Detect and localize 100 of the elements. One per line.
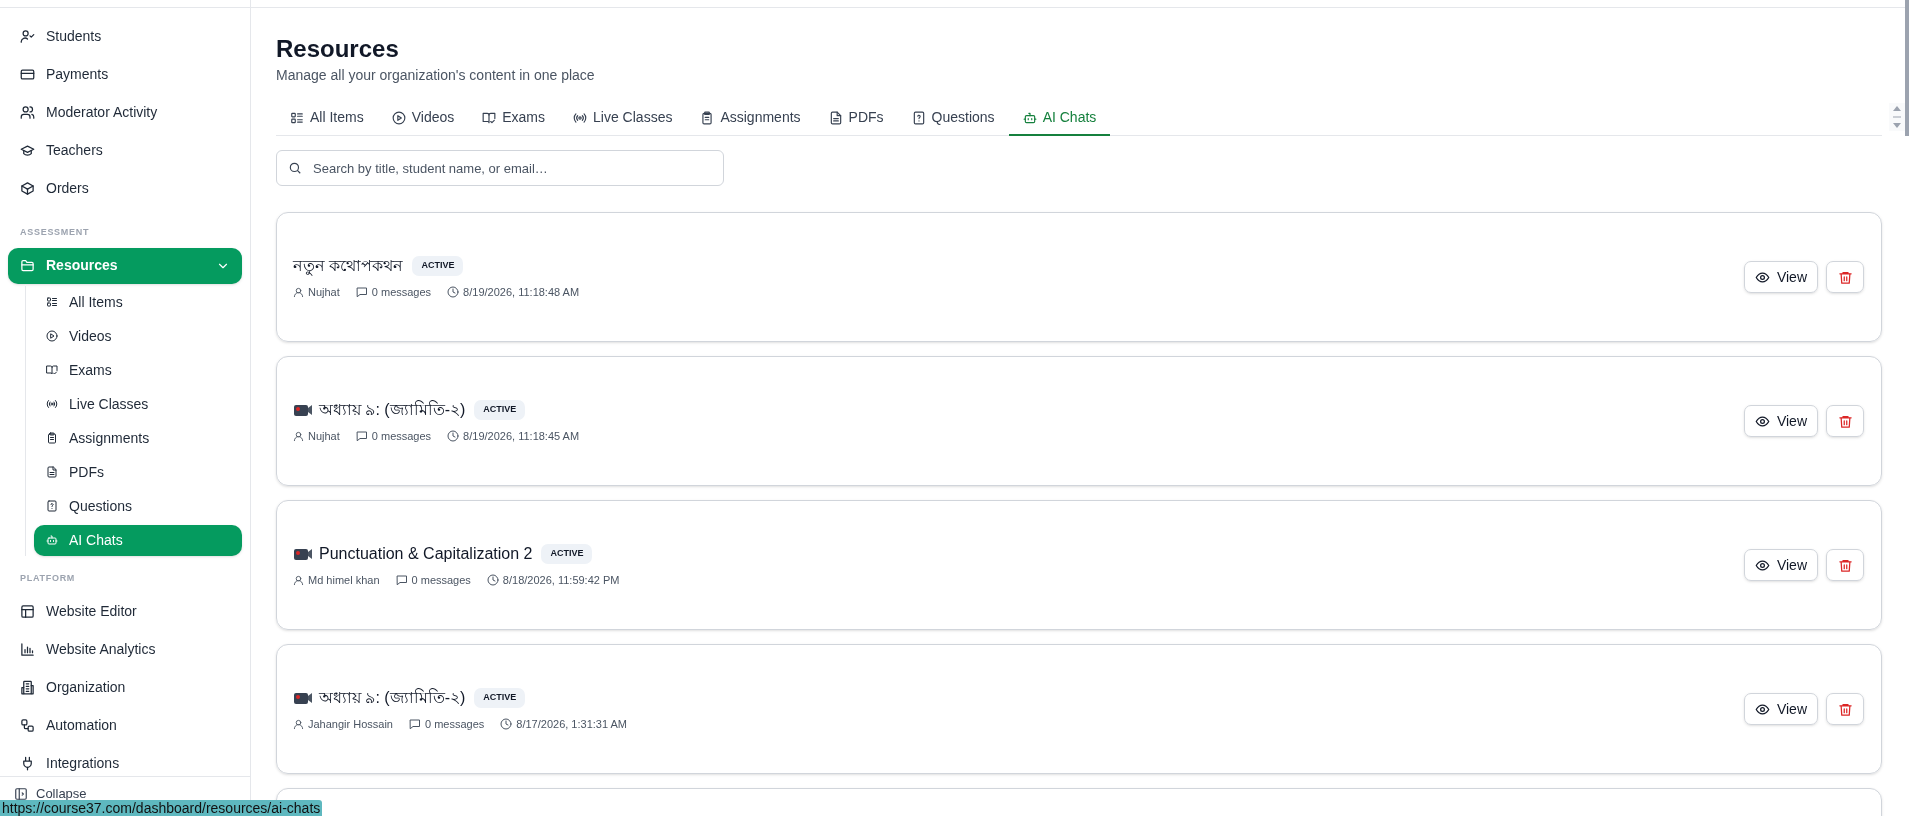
sidebar-subitem[interactable]: Questions (34, 490, 242, 522)
workflow-icon (20, 717, 35, 733)
user-check-icon (20, 28, 35, 44)
tab[interactable]: Videos (377, 101, 469, 136)
package-icon (20, 180, 35, 196)
person-icon (293, 430, 304, 442)
trash-icon (1837, 701, 1853, 717)
tab[interactable]: PDFs (814, 101, 898, 136)
delete-button[interactable] (1826, 549, 1864, 581)
tab[interactable]: All Items (276, 101, 378, 136)
delete-button[interactable] (1826, 261, 1864, 293)
status-badge: ACTIVE (412, 256, 464, 276)
clock-icon (500, 718, 513, 730)
question-file-icon (911, 110, 926, 125)
timestamp: 8/17/2026, 1:31:31 AM (516, 716, 627, 732)
message-icon (355, 430, 368, 442)
message-count: 0 messages (371, 428, 432, 444)
sidebar-item[interactable]: Payments (8, 56, 242, 92)
section-heading: ASSESSMENT (19, 226, 91, 239)
sidebar-subitem[interactable]: Exams (34, 354, 242, 386)
sidebar-item[interactable]: Website Analytics (8, 631, 242, 667)
question-file-icon (46, 500, 58, 512)
delete-button[interactable] (1826, 405, 1864, 437)
student-name: Nujhat (308, 284, 340, 300)
chat-title: নতুন কথোপকথন (293, 255, 404, 278)
chat-title: অধ্যায় ৯: (জ্যামিতি-২) (319, 687, 466, 708)
tab[interactable]: AI Chats (1008, 101, 1111, 136)
person-icon (293, 718, 304, 730)
eye-icon (1754, 557, 1770, 573)
message-count: 0 messages (425, 716, 485, 732)
plug-icon (20, 755, 35, 771)
sidebar-subitem[interactable]: Videos (34, 320, 242, 352)
clock-icon (447, 286, 460, 298)
student-name: Jahangir Hossain (308, 716, 393, 732)
view-button[interactable]: View (1743, 693, 1818, 725)
eye-icon (1754, 413, 1770, 429)
tab[interactable]: Questions (897, 101, 1009, 136)
sidebar-subitem[interactable]: Live Classes (34, 388, 242, 420)
status-badge: ACTIVE (541, 544, 593, 564)
sidebar-item[interactable]: Students (8, 18, 242, 54)
tab[interactable]: Exams (468, 101, 560, 136)
trash-icon (1837, 269, 1853, 285)
clipboard-icon (700, 110, 715, 125)
sidebar-subitem[interactable]: Assignments (34, 422, 242, 454)
graduation-cap-icon (20, 142, 35, 158)
person-icon (293, 286, 304, 298)
book-check-icon (482, 110, 497, 125)
status-url: https://course37.com/dashboard/resources/ai-chats (0, 800, 323, 816)
status-badge: ACTIVE (474, 400, 526, 420)
student-name: Md himel khan (308, 572, 380, 588)
list-icon (46, 296, 58, 308)
sidebar-item[interactable]: Moderator Activity (8, 94, 242, 130)
chat-title: Punctuation & Capitalization 2 (319, 543, 533, 564)
search-field[interactable]: Search by title, student name, or email… (276, 150, 724, 186)
sidebar-item[interactable]: Orders (8, 170, 242, 206)
view-button[interactable]: View (1743, 405, 1818, 437)
robot-icon (46, 534, 58, 546)
sidebar-item[interactable]: Organization (8, 669, 242, 705)
bar-chart-icon (20, 641, 35, 657)
sidebar-item[interactable]: Automation (8, 707, 242, 743)
list-icon (290, 110, 304, 125)
tab[interactable]: Assignments (686, 101, 815, 136)
collapse-icon (14, 786, 28, 801)
broadcast-icon (46, 398, 58, 410)
delete-button[interactable] (1826, 693, 1864, 725)
sidebar-subitem[interactable]: AI Chats (34, 524, 242, 556)
layout-icon (20, 603, 35, 619)
timestamp: 8/19/2026, 11:18:45 AM (463, 428, 580, 444)
tab[interactable]: Live Classes (559, 101, 687, 136)
document-icon (828, 110, 843, 125)
document-icon (46, 466, 58, 478)
eye-icon (1754, 701, 1770, 717)
search-icon (288, 161, 302, 175)
view-button[interactable]: View (1743, 549, 1818, 581)
message-icon (409, 718, 421, 730)
sidebar-item[interactable]: Teachers (8, 132, 242, 168)
sidebar-item[interactable]: Resources (8, 247, 242, 284)
robot-icon (1022, 110, 1037, 125)
sidebar-item[interactable]: Integrations (8, 745, 242, 776)
view-button[interactable]: View (1743, 261, 1818, 293)
building-icon (20, 679, 35, 695)
sidebar-subitem[interactable]: All Items (34, 286, 242, 318)
eye-icon (1754, 269, 1770, 285)
sidebar-item[interactable]: Website Editor (8, 593, 242, 629)
play-circle-icon (391, 110, 406, 125)
play-circle-icon (46, 330, 58, 342)
book-check-icon (46, 364, 58, 376)
message-count: 0 messages (411, 572, 471, 588)
folder-icon (20, 258, 35, 273)
trash-icon (1837, 557, 1853, 573)
sidebar-subitem[interactable]: PDFs (34, 456, 242, 488)
scroll-stepper-icon[interactable] (1889, 103, 1905, 131)
scrollbar-thumb[interactable] (1905, 0, 1909, 136)
clock-icon (447, 430, 460, 442)
page-title: Resources (276, 35, 399, 63)
chat-title: অধ্যায় ৯: (জ্যামিতি-২) (319, 399, 466, 420)
credit-card-icon (20, 66, 35, 82)
users-icon (20, 104, 35, 120)
page-subtitle: Manage all your organization's content in one place (276, 66, 595, 85)
message-icon (395, 574, 408, 586)
